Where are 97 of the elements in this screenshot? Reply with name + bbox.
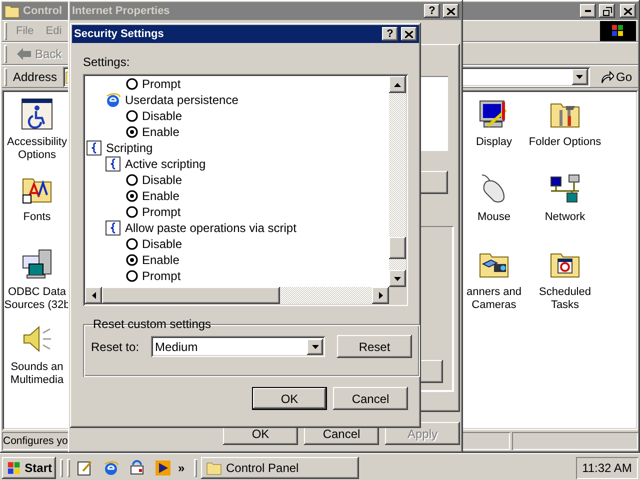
- back-arrow-icon: [17, 48, 31, 60]
- control-panel-item[interactable]: Sounds an Multimedia: [4, 319, 70, 394]
- group-title: Reset custom settings: [92, 317, 212, 331]
- radio-button[interactable]: [126, 206, 138, 218]
- control-panel-item[interactable]: Accessibility Options: [4, 94, 70, 169]
- settings-label: Settings:: [83, 55, 131, 69]
- folder-icon: [4, 3, 20, 19]
- window-title: Security Settings: [74, 28, 164, 40]
- radio-button[interactable]: [126, 238, 138, 250]
- script-icon: [105, 220, 121, 236]
- notepad-icon: [77, 460, 93, 476]
- setting-name: Allow paste operations via script: [125, 221, 296, 235]
- option-label: Disable: [142, 173, 182, 187]
- radio-button[interactable]: [126, 110, 138, 122]
- browser-icon: [103, 460, 119, 476]
- flag-icon: [6, 460, 22, 476]
- close-button[interactable]: [401, 27, 417, 41]
- vertical-scrollbar[interactable]: [389, 76, 406, 287]
- browser-icon: [105, 92, 121, 108]
- folder-icon: [206, 460, 222, 476]
- option-label: Prompt: [142, 269, 181, 283]
- flag-logo-icon: [600, 21, 636, 41]
- close-button[interactable]: [443, 4, 459, 18]
- window-title: Internet Properties: [72, 5, 170, 17]
- dropdown-arrow-icon: [576, 74, 584, 78]
- setting-name: Scripting: [106, 141, 153, 155]
- setting-name: Userdata persistence: [125, 93, 238, 107]
- status-pane: [462, 432, 510, 450]
- network-icon: [549, 173, 581, 205]
- dialog-button[interactable]: Cancel: [333, 387, 408, 410]
- right-arrow-icon: [378, 292, 382, 299]
- wheelchair-icon: [21, 98, 53, 130]
- scroll-up-button[interactable]: [389, 76, 406, 93]
- radio-button[interactable]: [126, 254, 138, 266]
- close-icon: [447, 8, 455, 14]
- scroll-right-button[interactable]: [372, 287, 389, 304]
- setting-name: Active scripting: [125, 157, 206, 171]
- dropdown-arrow-icon: [312, 344, 319, 348]
- control-panel-item[interactable]: Mouse: [463, 169, 525, 244]
- minimize-icon: [585, 10, 591, 12]
- script-icon: [86, 140, 102, 156]
- script-icon: [105, 156, 121, 172]
- server-computer-icon: [21, 248, 53, 280]
- option-label: Enable: [142, 253, 180, 267]
- close-icon: [624, 8, 632, 14]
- speaker-icon: [21, 323, 53, 355]
- control-panel-item[interactable]: Network: [525, 169, 605, 244]
- control-panel-item[interactable]: Display: [463, 94, 525, 169]
- help-button[interactable]: ?: [382, 27, 398, 41]
- dropdown-button[interactable]: [572, 68, 588, 84]
- radio-button[interactable]: [126, 270, 138, 282]
- monitor-icon: [478, 98, 510, 130]
- option-label: Prompt: [142, 77, 181, 91]
- control-panel-item[interactable]: Fonts: [4, 169, 70, 244]
- option-label: Disable: [142, 109, 182, 123]
- play-icon: [155, 460, 171, 476]
- settings-list[interactable]: Prompt Userdata persistence Disable Enable Scripting Active scripting Disable Enable Prompt Allow paste operations via script Disable Enable Prompt: [83, 74, 408, 306]
- scrollbar-thumb[interactable]: [102, 287, 280, 304]
- down-arrow-icon: [394, 276, 401, 280]
- reset-label: Reset to:: [91, 340, 140, 354]
- taskbar-button[interactable]: Control Panel: [201, 457, 359, 479]
- option-label: Disable: [142, 237, 182, 251]
- scrollbar-corner: [389, 287, 406, 304]
- horizontal-scrollbar[interactable]: [85, 287, 389, 304]
- up-arrow-icon: [394, 82, 401, 86]
- reset-button[interactable]: Reset: [337, 335, 412, 358]
- restore-icon: [602, 6, 612, 16]
- restore-button[interactable]: [599, 4, 615, 18]
- level-select[interactable]: Medium: [151, 336, 326, 357]
- close-button[interactable]: [620, 4, 636, 18]
- radio-button[interactable]: [126, 174, 138, 186]
- scroll-left-button[interactable]: [85, 287, 102, 304]
- start-button[interactable]: Start: [2, 457, 56, 479]
- window-title: Control: [23, 5, 62, 17]
- control-panel-item[interactable]: Scheduled Tasks: [525, 244, 605, 319]
- radio-button[interactable]: [126, 126, 138, 138]
- scroll-down-button[interactable]: [389, 270, 406, 287]
- radio-button[interactable]: [126, 190, 138, 202]
- minimize-button[interactable]: [580, 4, 596, 18]
- option-label: Enable: [142, 189, 180, 203]
- go-button[interactable]: Go: [596, 66, 636, 86]
- left-arrow-icon: [92, 292, 96, 299]
- control-panel-item[interactable]: anners and Cameras: [463, 244, 525, 319]
- sync-icon: [129, 460, 145, 476]
- option-label: Prompt: [142, 205, 181, 219]
- radio-button[interactable]: [126, 78, 138, 90]
- address-label: Address: [13, 70, 58, 84]
- clock: 11:32 AM: [576, 457, 638, 479]
- dialog-button[interactable]: OK: [252, 387, 327, 410]
- scrollbar-thumb[interactable]: [389, 237, 406, 259]
- option-label: Enable: [142, 125, 180, 139]
- go-arrow-icon: [600, 70, 614, 84]
- dropdown-button[interactable]: [307, 338, 324, 354]
- more-button[interactable]: »: [178, 461, 190, 475]
- control-panel-item[interactable]: Folder Options: [525, 94, 605, 169]
- help-button[interactable]: ?: [424, 4, 440, 18]
- close-icon: [405, 30, 413, 38]
